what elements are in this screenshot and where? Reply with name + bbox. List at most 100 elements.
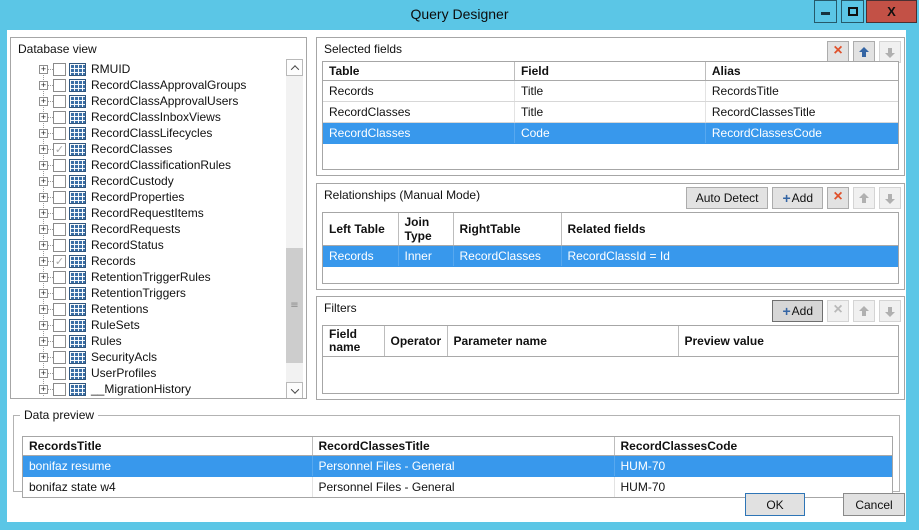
tree-item-rules[interactable]: +✓Rules	[39, 333, 284, 349]
remove-field-button[interactable]: ×	[827, 41, 849, 63]
table-row[interactable]: RecordsTitleRecordsTitle	[323, 81, 898, 102]
expand-plus-icon[interactable]: +	[39, 321, 48, 330]
column-header-field-name[interactable]: Field name	[323, 326, 384, 357]
checkbox[interactable]: ✓	[53, 271, 66, 284]
expand-plus-icon[interactable]: +	[39, 65, 48, 74]
checkbox[interactable]: ✓	[53, 223, 66, 236]
checkbox[interactable]: ✓	[53, 159, 66, 172]
table-row[interactable]: bonifaz resumePersonnel Files - GeneralH…	[23, 456, 892, 477]
checkbox[interactable]: ✓	[53, 287, 66, 300]
column-header-parameter-name[interactable]: Parameter name	[447, 326, 678, 357]
tree-item-__migrationhistory[interactable]: +✓__MigrationHistory	[39, 381, 284, 397]
table-row[interactable]: RecordClassesTitleRecordClassesTitle	[323, 102, 898, 123]
checkbox[interactable]: ✓	[53, 79, 66, 92]
tree-item-recordclassapprovalgroups[interactable]: +✓RecordClassApprovalGroups	[39, 77, 284, 93]
move-field-up-button[interactable]	[853, 41, 875, 63]
expand-plus-icon[interactable]: +	[39, 177, 48, 186]
scroll-up-button[interactable]	[286, 59, 303, 76]
checkbox[interactable]: ✓	[53, 319, 66, 332]
checkbox[interactable]: ✓	[53, 367, 66, 380]
ok-button[interactable]: OK	[745, 493, 805, 516]
expand-plus-icon[interactable]: +	[39, 193, 48, 202]
checkbox[interactable]: ✓	[53, 255, 66, 268]
add-relationship-button[interactable]: + Add	[772, 187, 823, 209]
tree-item-recordstatus[interactable]: +✓RecordStatus	[39, 237, 284, 253]
tree-item-retentions[interactable]: +✓Retentions	[39, 301, 284, 317]
tree-item-recordrequestitems[interactable]: +✓RecordRequestItems	[39, 205, 284, 221]
move-relationship-up-button[interactable]	[853, 187, 875, 209]
tree-item-partial[interactable]: +✓	[39, 397, 284, 398]
remove-filter-button[interactable]: ×	[827, 300, 849, 322]
move-field-down-button[interactable]	[879, 41, 901, 63]
expand-plus-icon[interactable]: +	[39, 97, 48, 106]
column-header-operator[interactable]: Operator	[384, 326, 447, 357]
tree-item-recordclasslifecycles[interactable]: +✓RecordClassLifecycles	[39, 125, 284, 141]
title-bar[interactable]: Query Designer X	[0, 0, 919, 30]
checkbox[interactable]: ✓	[53, 335, 66, 348]
column-header-recordstitle[interactable]: RecordsTitle	[23, 437, 312, 456]
expand-plus-icon[interactable]: +	[39, 81, 48, 90]
tree-item-userprofiles[interactable]: +✓UserProfiles	[39, 365, 284, 381]
move-relationship-down-button[interactable]	[879, 187, 901, 209]
tree-item-rmuid[interactable]: +✓RMUID	[39, 61, 284, 77]
expand-plus-icon[interactable]: +	[39, 289, 48, 298]
checkbox[interactable]: ✓	[53, 127, 66, 140]
tree-item-recordproperties[interactable]: +✓RecordProperties	[39, 189, 284, 205]
expand-plus-icon[interactable]: +	[39, 353, 48, 362]
tree-scrollbar[interactable]: ≡	[286, 59, 303, 399]
expand-plus-icon[interactable]: +	[39, 369, 48, 378]
checkbox[interactable]: ✓	[53, 303, 66, 316]
checkbox[interactable]: ✓	[53, 143, 66, 156]
checkbox[interactable]: ✓	[53, 207, 66, 220]
checkbox[interactable]: ✓	[53, 63, 66, 76]
tree-item-retentiontriggerrules[interactable]: +✓RetentionTriggerRules	[39, 269, 284, 285]
tree-item-retentiontriggers[interactable]: +✓RetentionTriggers	[39, 285, 284, 301]
column-header-related-fields[interactable]: Related fields	[561, 213, 898, 246]
expand-plus-icon[interactable]: +	[39, 145, 48, 154]
column-header-field[interactable]: Field	[514, 62, 705, 81]
column-header-left-table[interactable]: Left Table	[323, 213, 398, 246]
column-header-recordclassescode[interactable]: RecordClassesCode	[614, 437, 892, 456]
expand-plus-icon[interactable]: +	[39, 273, 48, 282]
tree-item-records[interactable]: +✓Records	[39, 253, 284, 269]
scrollbar-thumb[interactable]: ≡	[286, 248, 303, 363]
expand-plus-icon[interactable]: +	[39, 209, 48, 218]
table-row[interactable]: RecordClassesCodeRecordClassesCode	[323, 123, 898, 144]
auto-detect-button[interactable]: Auto Detect	[686, 187, 769, 209]
expand-plus-icon[interactable]: +	[39, 337, 48, 346]
table-row[interactable]: RecordsInnerRecordClassesRecordClassId =…	[323, 246, 898, 267]
checkbox[interactable]: ✓	[53, 239, 66, 252]
expand-plus-icon[interactable]: +	[39, 241, 48, 250]
expand-plus-icon[interactable]: +	[39, 225, 48, 234]
column-header-join-type[interactable]: Join Type	[398, 213, 453, 246]
column-header-table[interactable]: Table	[323, 62, 514, 81]
tree-item-recordcustody[interactable]: +✓RecordCustody	[39, 173, 284, 189]
tree-item-recordclassinboxviews[interactable]: +✓RecordClassInboxViews	[39, 109, 284, 125]
checkbox[interactable]: ✓	[53, 95, 66, 108]
tree-item-recordclasses[interactable]: +✓RecordClasses	[39, 141, 284, 157]
minimize-button[interactable]	[814, 0, 837, 23]
maximize-button[interactable]	[841, 0, 864, 23]
database-tree[interactable]: +✓RMUID+✓RecordClassApprovalGroups+✓Reco…	[11, 61, 284, 398]
tree-item-recordclassificationrules[interactable]: +✓RecordClassificationRules	[39, 157, 284, 173]
column-header-alias[interactable]: Alias	[705, 62, 898, 81]
column-header-preview-value[interactable]: Preview value	[678, 326, 898, 357]
checkbox[interactable]: ✓	[53, 351, 66, 364]
checkbox[interactable]: ✓	[53, 175, 66, 188]
tree-item-rulesets[interactable]: +✓RuleSets	[39, 317, 284, 333]
close-button[interactable]: X	[866, 0, 917, 23]
move-filter-up-button[interactable]	[853, 300, 875, 322]
checkbox[interactable]: ✓	[53, 383, 66, 396]
tree-item-recordrequests[interactable]: +✓RecordRequests	[39, 221, 284, 237]
move-filter-down-button[interactable]	[879, 300, 901, 322]
add-filter-button[interactable]: + Add	[772, 300, 823, 322]
remove-relationship-button[interactable]: ×	[827, 187, 849, 209]
column-header-righttable[interactable]: RightTable	[453, 213, 561, 246]
checkbox[interactable]: ✓	[53, 191, 66, 204]
expand-plus-icon[interactable]: +	[39, 257, 48, 266]
expand-plus-icon[interactable]: +	[39, 113, 48, 122]
expand-plus-icon[interactable]: +	[39, 305, 48, 314]
checkbox[interactable]: ✓	[53, 111, 66, 124]
column-header-recordclassestitle[interactable]: RecordClassesTitle	[312, 437, 614, 456]
expand-plus-icon[interactable]: +	[39, 385, 48, 394]
